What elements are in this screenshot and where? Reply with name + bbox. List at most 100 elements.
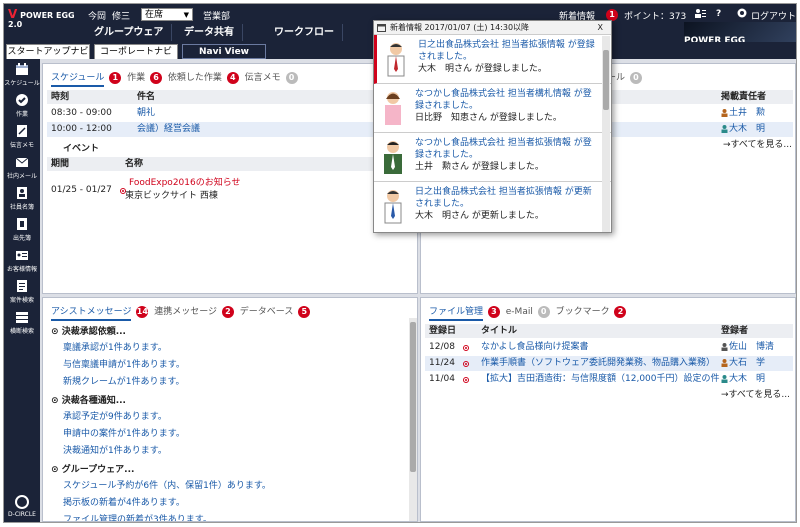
app-window: V POWER EGG 2.0 今岡 修三 在席 ▼ 営業部 グループウェア デー… bbox=[3, 3, 797, 523]
scrollbar-thumb[interactable] bbox=[603, 50, 609, 110]
section-groupware[interactable]: ⊙ グループウェア... bbox=[51, 462, 134, 475]
logo: V POWER EGG 2.0 bbox=[8, 7, 75, 29]
user-name: 修三 bbox=[112, 12, 131, 22]
tab-database[interactable]: データベース bbox=[240, 307, 294, 317]
menu-data-share[interactable]: データ共有 bbox=[176, 24, 243, 41]
menu-groupware[interactable]: グループウェア bbox=[86, 24, 173, 41]
section-notice[interactable]: ⊙ 決裁各種通知... bbox=[51, 393, 126, 406]
col-title: タイトル bbox=[481, 326, 518, 336]
logout-link[interactable]: ログアウト bbox=[751, 9, 796, 22]
tab-memo[interactable]: 伝言メモ bbox=[245, 73, 281, 83]
tab-assist-message[interactable]: アシストメッセージ bbox=[51, 307, 132, 321]
table-row[interactable]: 12/08 なかよし食品様向け提案書 佐山 博清 bbox=[425, 340, 793, 355]
table-row[interactable]: 08:30 - 09:00 朝礼 bbox=[47, 106, 415, 121]
tab-startup-navi[interactable]: スタートアップナビ bbox=[6, 44, 90, 59]
popup-link[interactable]: 日之出食品株式会社 担当者拡張情報 が更新されました。 bbox=[415, 186, 595, 210]
email-count-badge: 0 bbox=[537, 305, 550, 318]
owner-name[interactable]: 土井 勲 bbox=[721, 106, 765, 121]
popup-item[interactable]: なつかし食品株式会社 担当者構札情報 が登録されました。 日比野 知恵さん が登… bbox=[374, 84, 611, 133]
assist-scrollbar[interactable] bbox=[409, 318, 417, 521]
row-subject[interactable]: 朝礼 bbox=[137, 106, 155, 121]
tab-linked-message[interactable]: 連携メッセージ bbox=[154, 307, 217, 317]
points-label: ポイント：373 bbox=[624, 12, 687, 22]
list-item[interactable]: 決裁通知が1件あります。 bbox=[63, 444, 167, 459]
list-item[interactable]: 承認予定が9件あります。 bbox=[63, 410, 167, 425]
popup-link[interactable]: 日之出食品株式会社 担当者拡張情報 が登録されました。 bbox=[418, 39, 598, 63]
list-item[interactable]: 稟議承認が1件あります。 bbox=[63, 341, 167, 356]
file-panel: ファイル管理 3 e-Mail 0 ブックマーク 2 登録日 タイトル 登録者 … bbox=[420, 297, 796, 522]
close-icon[interactable]: X bbox=[598, 21, 603, 35]
table-row[interactable]: 10:00 - 12:00 会議）経営会議 bbox=[47, 122, 415, 137]
popup-item[interactable]: なつかし食品株式会社 担当者拡張情報 が登録されました。 土井 勲さん が登録し… bbox=[374, 133, 611, 182]
memo-count-badge: 0 bbox=[285, 71, 298, 84]
table-row[interactable]: 11/04 【拡大】吉田酒造街：与信限度額（12,000千円）設定の件 大木 明 bbox=[425, 372, 793, 387]
col-owner: 掲載責任者 bbox=[721, 92, 767, 102]
tab-bookmark[interactable]: ブックマーク bbox=[556, 307, 610, 317]
person-card-icon bbox=[17, 187, 27, 199]
popup-link[interactable]: なつかし食品株式会社 担当者拡張情報 が登録されました。 bbox=[415, 137, 595, 161]
sidebar-item-schedule[interactable]: スケジュール bbox=[4, 59, 40, 90]
sidebar-item-task[interactable]: 作業 bbox=[4, 90, 40, 121]
popup-link[interactable]: なつかし食品株式会社 担当者構札情報 が登録されました。 bbox=[415, 88, 595, 112]
file-count-badge: 3 bbox=[487, 305, 500, 318]
tab-requested-task[interactable]: 依頼した作業 bbox=[168, 73, 222, 83]
assist-tabs: アシストメッセージ 14 連携メッセージ 2 データベース 5 bbox=[51, 304, 311, 321]
user-list-icon[interactable] bbox=[694, 8, 706, 22]
list-item[interactable]: 新規クレームが1件あります。 bbox=[63, 375, 185, 390]
row-user[interactable]: 佐山 博清 bbox=[721, 340, 774, 355]
see-all-link[interactable]: →すべてを見る... bbox=[721, 388, 790, 403]
today-label: 今岡 bbox=[88, 12, 107, 22]
chevron-down-icon: ▼ bbox=[183, 11, 189, 19]
list-item[interactable]: 与信稟議申請が1件あります。 bbox=[63, 358, 185, 373]
sidebar-item-mail[interactable]: 社内メール bbox=[4, 152, 40, 183]
row-title[interactable]: なかよし食品様向け提案書 bbox=[481, 340, 589, 355]
sidebar-item-directory[interactable]: 社員名簿 bbox=[4, 183, 40, 214]
status-select[interactable]: 在席 ▼ bbox=[141, 8, 193, 21]
list-item[interactable]: スケジュール予約が6件（内、保留1件）あります。 bbox=[63, 479, 271, 494]
col-subject: 件名 bbox=[137, 92, 156, 102]
scrollbar-thumb[interactable] bbox=[410, 322, 416, 472]
tab-navi-view[interactable]: Navi View bbox=[182, 44, 266, 59]
logout-icon[interactable] bbox=[737, 8, 747, 21]
sidebar-item-project-search[interactable]: 案件検索 bbox=[4, 276, 40, 307]
person-icon bbox=[721, 108, 728, 117]
tab-file-management[interactable]: ファイル管理 bbox=[429, 307, 484, 321]
popup-item[interactable]: 日之出食品株式会社 担当者拡張情報 が登録されました。 大木 明さん が登録しま… bbox=[374, 35, 611, 84]
row-subject[interactable]: 会議）経営会議 bbox=[137, 122, 200, 137]
section-approval[interactable]: ⊙ 決裁承認依頼... bbox=[51, 324, 126, 337]
mail-icon bbox=[15, 157, 29, 167]
popup-item[interactable]: 日之出食品株式会社 担当者拡張情報 が更新されました。 大木 明さん が更新しま… bbox=[374, 182, 611, 231]
table-row[interactable]: 11/24 作業手順書（ソフトウェア委託開発業務、物品購入業務） 大石 学 bbox=[425, 356, 793, 371]
avatar bbox=[384, 190, 402, 224]
tab-corporate-navi[interactable]: コーポレートナビ bbox=[94, 44, 178, 59]
popup-by: 土井 勲さん が登録しました。 bbox=[415, 162, 544, 172]
tab-schedule[interactable]: スケジュール bbox=[51, 73, 105, 87]
sidebar-item-whereabouts[interactable]: 出先簿 bbox=[4, 214, 40, 245]
row-user[interactable]: 大石 学 bbox=[721, 356, 765, 371]
sidebar-item-cross-search[interactable]: 横断検索 bbox=[4, 307, 40, 338]
file-table-header: 登録日 タイトル 登録者 bbox=[425, 324, 793, 338]
row-title[interactable]: 【拡大】吉田酒造街：与信限度額（12,000千円）設定の件 bbox=[481, 372, 720, 387]
sidebar-item-memo[interactable]: 伝言メモ bbox=[4, 121, 40, 152]
sidebar-item-label: 案件検索 bbox=[9, 297, 34, 304]
popup-scrollbar[interactable] bbox=[602, 36, 610, 232]
owner-name[interactable]: 大木 明 bbox=[721, 122, 765, 137]
see-all-link[interactable]: →すべてを見る... bbox=[723, 138, 792, 153]
sidebar-item-customer[interactable]: お客様情報 bbox=[4, 245, 40, 276]
new-mark-icon bbox=[463, 345, 469, 351]
customer-card-icon bbox=[16, 251, 28, 260]
door-icon bbox=[17, 218, 27, 230]
list-item[interactable]: ファイル管理の新着が3件あります。 bbox=[63, 513, 212, 521]
event-row[interactable]: 01/25 - 01/27 FoodExpo2016のお知らせ 東京ビックサイト… bbox=[47, 176, 415, 206]
menu-workflow[interactable]: ワークフロー bbox=[266, 24, 343, 41]
row-user[interactable]: 大木 明 bbox=[721, 372, 765, 387]
popup-text: 日之出食品株式会社 担当者拡張情報 が登録されました。 大木 明さん が登録しま… bbox=[418, 39, 598, 75]
new-mark-icon bbox=[463, 377, 469, 383]
row-title[interactable]: 作業手順書（ソフトウェア委託開発業務、物品購入業務） bbox=[481, 356, 715, 371]
tab-email[interactable]: e-Mail bbox=[506, 307, 533, 317]
list-item[interactable]: 申請中の案件が1件あります。 bbox=[63, 427, 185, 442]
tab-task[interactable]: 作業 bbox=[127, 73, 145, 83]
list-item[interactable]: 掲示板の新着が4件あります。 bbox=[63, 496, 185, 511]
user-label: 佐山 博清 bbox=[729, 342, 775, 352]
help-icon[interactable]: ? bbox=[716, 9, 721, 19]
